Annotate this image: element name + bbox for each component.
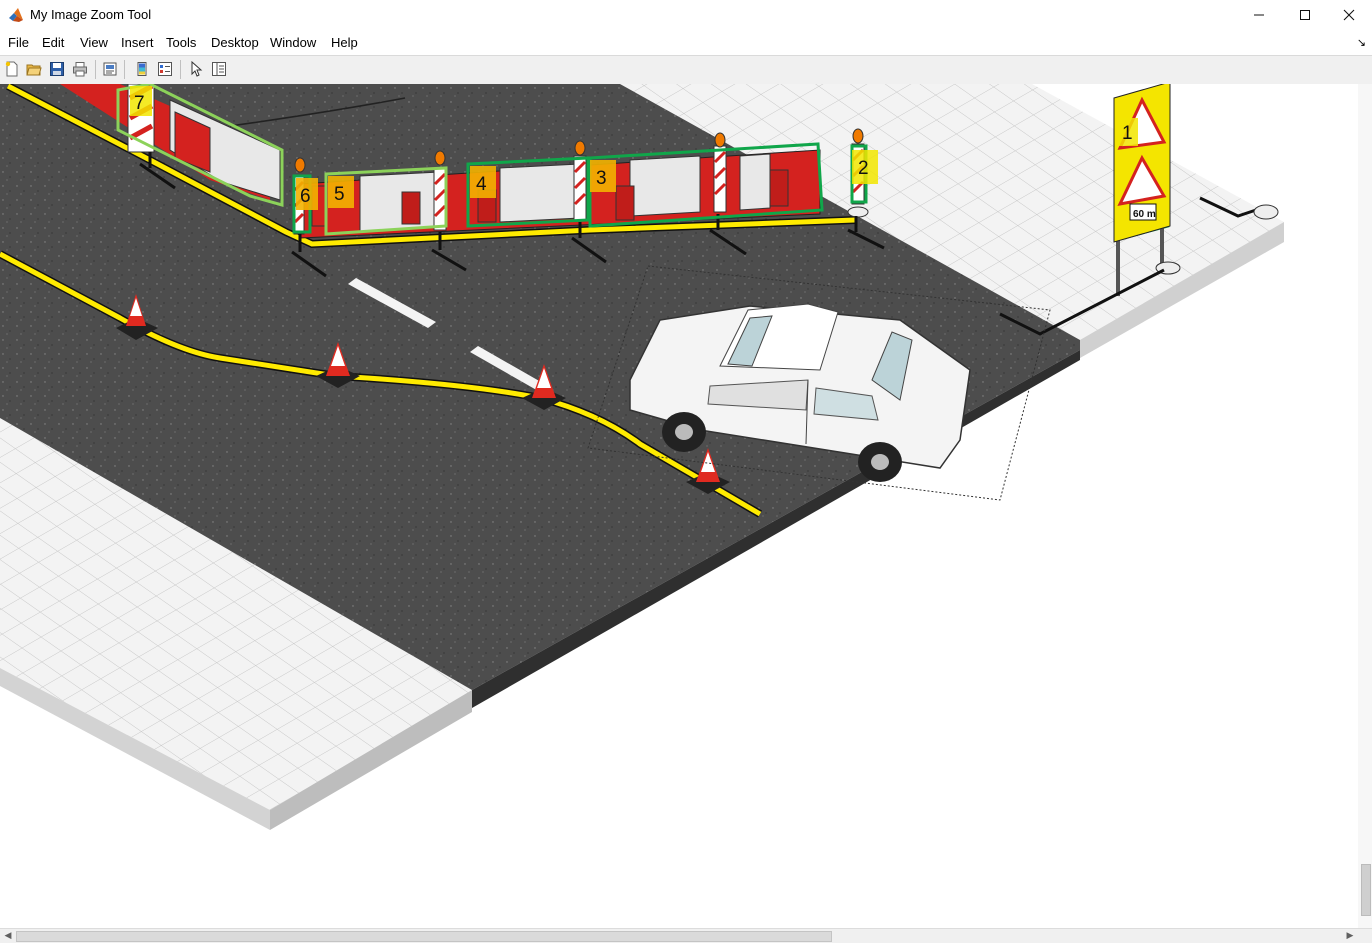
close-icon	[1343, 9, 1355, 21]
menu-help[interactable]: Help	[331, 35, 358, 50]
label-6: 6	[296, 178, 318, 210]
pointer-icon	[191, 61, 203, 77]
toolbar-separator	[95, 60, 96, 79]
horizontal-scrollbar[interactable]: ◀ ▶	[0, 928, 1372, 943]
new-figure-icon	[5, 61, 18, 77]
scrollbar-corner	[1360, 929, 1372, 942]
print-preview-button[interactable]	[100, 59, 120, 79]
menu-tools[interactable]: Tools	[166, 35, 196, 50]
sign-distance-text: 60 m	[1133, 209, 1156, 220]
menu-view[interactable]: View	[80, 35, 108, 50]
dock-arrow-icon[interactable]: ↘	[1357, 36, 1366, 49]
scroll-right-arrow-icon[interactable]: ▶	[1343, 929, 1357, 942]
menu-bar: File Edit View Insert Tools Desktop Wind…	[0, 32, 1372, 54]
colorbar-button[interactable]	[132, 59, 152, 79]
maximize-button[interactable]	[1282, 0, 1328, 30]
menu-edit[interactable]: Edit	[42, 35, 64, 50]
save-icon	[50, 62, 64, 76]
toolbar-separator	[124, 60, 125, 79]
toolbar-separator	[180, 60, 181, 79]
label-3: 3	[590, 160, 616, 192]
vertical-scrollbar[interactable]	[1358, 84, 1372, 928]
label-4-text: 4	[476, 174, 487, 195]
label-6-text: 6	[300, 186, 311, 207]
menu-insert[interactable]: Insert	[121, 35, 154, 50]
label-7: 7	[130, 86, 152, 116]
save-button[interactable]	[47, 59, 67, 79]
label-5-text: 5	[334, 184, 345, 205]
new-figure-button[interactable]	[2, 59, 22, 79]
property-inspector-button[interactable]	[209, 59, 229, 79]
menu-file[interactable]: File	[8, 35, 29, 50]
open-file-icon	[26, 64, 42, 76]
property-inspector-icon	[212, 62, 226, 76]
figure-canvas[interactable]: 60 m 1 2 3 4 5 6 7	[0, 84, 1372, 928]
figure-toolbar	[0, 55, 1372, 85]
window-title: My Image Zoom Tool	[30, 7, 152, 22]
title-bar: My Image Zoom Tool	[0, 0, 1372, 30]
label-2-text: 2	[858, 158, 869, 179]
label-1-text: 1	[1122, 123, 1133, 144]
label-2: 2	[852, 150, 878, 184]
maximize-icon	[1300, 10, 1310, 20]
horizontal-scroll-thumb[interactable]	[16, 931, 832, 942]
minimize-button[interactable]	[1236, 0, 1282, 30]
print-button[interactable]	[70, 59, 90, 79]
label-7-text: 7	[134, 93, 145, 114]
legend-icon	[158, 62, 172, 76]
minimize-icon	[1254, 14, 1264, 16]
scene-image[interactable]: 60 m 1 2 3 4 5 6 7	[0, 84, 1372, 928]
close-button[interactable]	[1326, 0, 1372, 30]
scroll-left-arrow-icon[interactable]: ◀	[1, 929, 15, 942]
label-3-text: 3	[596, 168, 607, 189]
legend-button[interactable]	[155, 59, 175, 79]
print-icon	[73, 62, 87, 77]
matlab-icon	[9, 8, 23, 22]
label-5: 5	[328, 176, 354, 208]
vertical-scroll-thumb[interactable]	[1361, 864, 1371, 916]
print-preview-icon	[103, 62, 117, 76]
label-1: 1	[1118, 118, 1138, 146]
edit-plot-button[interactable]	[186, 59, 206, 79]
menu-desktop[interactable]: Desktop	[211, 35, 259, 50]
colorbar-icon	[137, 62, 147, 76]
menu-window[interactable]: Window	[270, 35, 316, 50]
open-file-button[interactable]	[24, 59, 44, 79]
label-4: 4	[470, 166, 496, 198]
